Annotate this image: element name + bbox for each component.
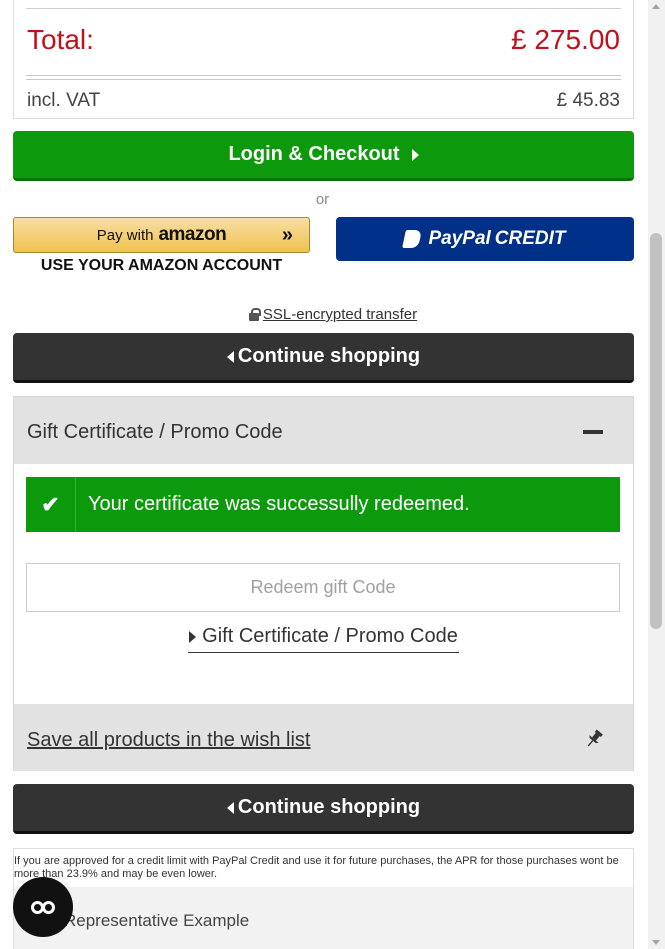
double-divider xyxy=(26,75,621,80)
total-value: £ 275.00 xyxy=(511,24,620,55)
lock-icon xyxy=(248,308,261,321)
amazon-caption: USE YOUR AMAZON ACCOUNT xyxy=(40,257,283,274)
wishlist-row: Save all products in the wish list xyxy=(14,704,633,771)
caret-left-icon xyxy=(226,801,234,814)
amazon-logo: amazon xyxy=(158,224,227,245)
gift-code-submit-row: Gift Certificate / Promo Code xyxy=(14,625,633,653)
gift-certificate-panel: Gift Certificate / Promo Code ✔ Your cer… xyxy=(13,396,634,771)
caret-right-icon xyxy=(411,148,419,161)
representative-example-label: Representative Example xyxy=(64,911,250,930)
success-alert: ✔ Your certificate was successully redee… xyxy=(26,477,620,532)
paypal-credit-footnote: If you are approved for a credit limit w… xyxy=(13,848,634,949)
vat-value: £ 45.83 xyxy=(556,90,620,111)
or-separator: or xyxy=(315,191,330,208)
gift-code-submit-label: Gift Certificate / Promo Code xyxy=(202,625,458,647)
gift-panel-title: Gift Certificate / Promo Code xyxy=(27,421,283,443)
amazon-pay-with-text: Pay with xyxy=(96,226,154,244)
ssl-notice: SSL-encrypted transfer xyxy=(0,306,665,323)
vat-label: incl. VAT xyxy=(27,90,101,111)
scrollbar[interactable] xyxy=(648,0,665,949)
pin-icon[interactable] xyxy=(585,729,603,749)
total-label: Total: xyxy=(27,24,94,55)
divider xyxy=(26,8,621,9)
continue-shopping-label: Continue shopping xyxy=(237,345,421,367)
gift-panel-header[interactable]: Gift Certificate / Promo Code xyxy=(14,397,633,464)
caret-left-icon xyxy=(226,350,234,363)
paypal-brand: PayPal xyxy=(428,228,491,249)
ssl-link[interactable]: SSL-encrypted transfer xyxy=(263,306,417,323)
chat-button[interactable] xyxy=(13,877,73,937)
chat-icon-ring xyxy=(42,900,55,914)
scrollbar-thumb[interactable] xyxy=(650,233,662,629)
scroll-down-icon[interactable] xyxy=(652,940,660,945)
apr-disclaimer: If you are approved for a credit limit w… xyxy=(14,855,619,880)
continue-shopping-button-top[interactable]: Continue shopping xyxy=(13,333,634,383)
amazon-pay-button[interactable]: Pay with amazon » xyxy=(13,217,310,253)
continue-shopping-label: Continue shopping xyxy=(237,796,421,818)
login-checkout-label: Login & Checkout xyxy=(228,143,400,165)
representative-example-section: Representative Example xyxy=(14,887,633,949)
check-icon: ✔ xyxy=(26,477,76,532)
minus-icon[interactable] xyxy=(583,430,603,434)
login-checkout-button[interactable]: Login & Checkout xyxy=(13,131,634,181)
paypal-product: CREDIT xyxy=(494,228,566,249)
double-chevron-icon: » xyxy=(281,224,293,246)
paypal-logo-icon xyxy=(402,230,423,248)
continue-shopping-button-bottom[interactable]: Continue shopping xyxy=(13,784,634,834)
caret-right-icon xyxy=(189,630,197,643)
save-to-wishlist-link[interactable]: Save all products in the wish list xyxy=(27,729,310,752)
success-message: Your certificate was successully redeeme… xyxy=(88,493,470,515)
gift-code-submit-link[interactable]: Gift Certificate / Promo Code xyxy=(188,625,459,653)
redeem-gift-code-input[interactable] xyxy=(26,563,620,612)
scroll-up-icon[interactable] xyxy=(652,4,660,9)
paypal-credit-button[interactable]: PayPal CREDIT xyxy=(336,217,634,261)
order-summary: Total: £ 275.00 incl. VAT £ 45.83 xyxy=(13,0,634,119)
